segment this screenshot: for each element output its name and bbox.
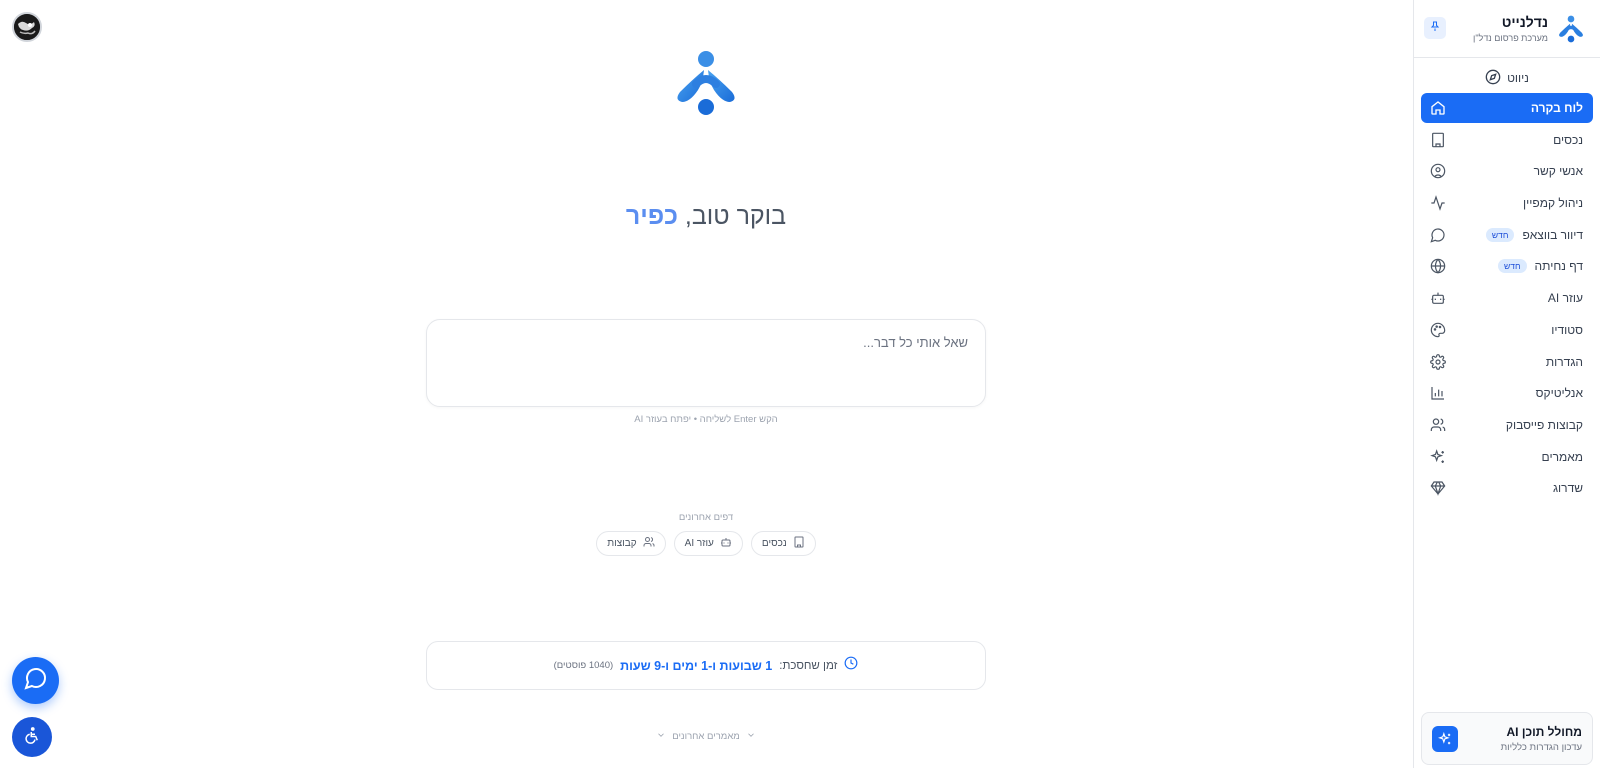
message-circle-icon [23,666,48,695]
sidebar-item-label: הגדרות [1545,354,1583,369]
building-icon [1429,131,1447,149]
sidebar-item-label: אנשי קשר [1533,164,1583,179]
sidebar-item-dashboard[interactable]: לוח בקרה [1421,93,1593,123]
home-icon [1429,99,1447,117]
brand-name: נדלנייט [1501,14,1548,30]
activity-icon [1429,194,1447,212]
sidebar-item-campaigns[interactable]: ניהול קמפיין [1421,188,1593,218]
new-badge: חדש [1498,259,1527,274]
sidebar-item-label: דיוור בווצאפ [1522,227,1583,242]
recent-chip-label: קבוצות [607,538,637,549]
promo-title: מחולל תוכן AI [1506,724,1582,739]
sidebar-item-settings[interactable]: הגדרות [1421,347,1593,377]
recent-chip-groups[interactable]: קבוצות [596,531,666,556]
sidebar-item-label: אנליטיקס [1535,386,1583,401]
building-icon [793,536,805,551]
sidebar-item-label: נכסים [1553,132,1583,147]
sidebar-item-articles[interactable]: מאמרים [1421,442,1593,472]
compass-icon [1485,69,1501,88]
palette-icon [1429,321,1447,339]
pin-sidebar-button[interactable] [1424,17,1446,39]
accessibility-icon [23,726,41,749]
time-saved-card: זמן שחסכת: 1 שבועות ו-1 ימים ו-9 שעות (1… [426,641,986,690]
sparkles-icon [1432,725,1458,752]
user-circle-icon [1429,162,1447,180]
app-root: בוקר טוב, כפיר הקש Enter לשליחה • יפתח ב… [0,0,1600,768]
sidebar-item-landing-page[interactable]: דף נחיתה חדש [1421,251,1593,281]
recent-chip-ai-assistant[interactable]: עוזר AI [673,531,743,556]
recent-pages-list: נכסים עוזר AI קבוצות [426,531,986,556]
sidebar-item-properties[interactable]: נכסים [1421,125,1593,155]
recent-articles-toggle[interactable]: מאמרים אחרונים [426,730,986,743]
sidebar-item-upgrade[interactable]: שדרוג [1421,473,1593,503]
sidebar-item-label: לוח בקרה [1530,101,1583,115]
sidebar-item-studio[interactable]: סטודיו [1421,315,1593,345]
ask-hint: הקש Enter לשליחה • יפתח בעוזר AI [634,414,778,425]
recent-chip-label: עוזר AI [684,538,714,549]
globe-icon [1429,257,1447,275]
sidebar-item-label: קבוצות פייסבוק [1505,417,1583,432]
recent-chip-label: נכסים [761,538,787,549]
promo-subtitle: עדכון הגדרות כלליות [1500,741,1582,753]
new-badge: חדש [1485,227,1515,242]
sidebar-item-analytics[interactable]: אנליטיקס [1421,378,1593,408]
ask-ai-box [426,319,986,407]
brand-logo-icon [1556,14,1586,44]
gear-icon [1429,353,1447,371]
sparkles-icon [1429,448,1447,466]
chat-fab-button[interactable] [12,657,59,704]
users-icon [1429,416,1447,434]
greeting-heading: בוקר טוב, כפיר [400,202,1012,231]
ask-ai-input[interactable] [427,320,985,406]
message-circle-icon [1429,226,1447,244]
user-avatar[interactable] [12,12,42,42]
chevron-down-icon [656,730,666,743]
ai-content-generator-card[interactable]: מחולל תוכן AI עדכון הגדרות כלליות [1421,712,1593,765]
brand-logo-large [670,50,742,116]
sidebar-item-label: ניהול קמפיין [1523,196,1583,211]
nav-section-header: ניווט [1414,67,1600,89]
sidebar-item-facebook-groups[interactable]: קבוצות פייסבוק [1421,410,1593,440]
clock-icon [844,656,858,675]
recent-pages-title: דפים אחרונים [678,512,734,523]
sidebar-item-label: מאמרים [1541,449,1583,464]
sidebar-brand: נדלנייט מערכת פרסום נדל"ן [1414,0,1600,58]
sidebar-item-label: סטודיו [1551,322,1583,337]
accessibility-button[interactable] [12,717,52,757]
time-saved-label: זמן שחסכת: [779,659,838,672]
sidebar-nav: לוח בקרה נכסים אנשי קשר ניהול קמפיין דיו… [1414,93,1600,503]
chevron-down-icon [746,730,756,743]
sidebar-item-ai-assistant[interactable]: עוזר AI [1421,283,1593,313]
users-icon [643,536,655,551]
bar-chart-icon [1429,384,1447,402]
pin-icon [1429,19,1441,37]
sidebar-item-contacts[interactable]: אנשי קשר [1421,156,1593,186]
brand-subtitle: מערכת פרסום נדל"ן [1473,33,1548,43]
greeting-prefix: בוקר טוב, [684,202,787,230]
gem-icon [1429,479,1447,497]
time-saved-post-count: (1040 פוסטים) [553,660,614,671]
nav-header-label: ניווט [1507,71,1529,85]
sidebar-item-label: דף נחיתה [1534,259,1583,274]
recent-chip-properties[interactable]: נכסים [750,531,816,556]
recent-articles-label: מאמרים אחרונים [672,731,740,742]
sidebar-item-whatsapp[interactable]: דיוור בווצאפ חדש [1421,220,1593,250]
greeting-user-name: כפיר [625,202,678,230]
sidebar: נדלנייט מערכת פרסום נדל"ן ניווט לוח בקרה… [1413,0,1600,768]
sidebar-item-label: עוזר AI [1547,291,1583,306]
time-saved-value: 1 שבועות ו-1 ימים ו-9 שעות [620,658,773,673]
sidebar-item-label: שדרוג [1552,481,1583,496]
bot-icon [720,536,732,551]
bot-icon [1429,289,1447,307]
